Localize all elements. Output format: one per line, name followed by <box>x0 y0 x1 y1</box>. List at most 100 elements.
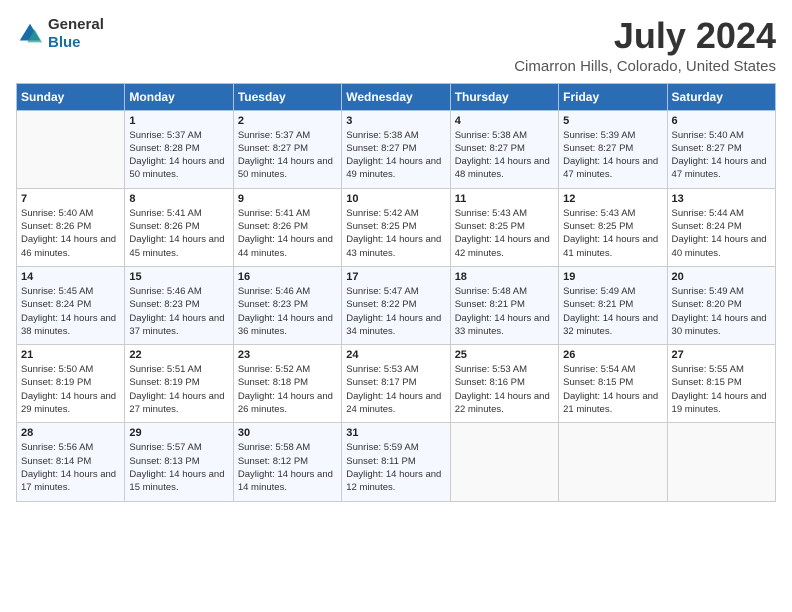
calendar-cell: 4 Sunrise: 5:38 AMSunset: 8:27 PMDaylight… <box>450 110 558 188</box>
day-info: Sunrise: 5:50 AMSunset: 8:19 PMDaylight:… <box>21 363 120 416</box>
day-info: Sunrise: 5:45 AMSunset: 8:24 PMDaylight:… <box>21 285 120 338</box>
day-info: Sunrise: 5:51 AMSunset: 8:19 PMDaylight:… <box>129 363 228 416</box>
calendar-week-2: 7 Sunrise: 5:40 AMSunset: 8:26 PMDaylight… <box>17 188 776 266</box>
day-number: 31 <box>346 427 445 439</box>
day-info: Sunrise: 5:40 AMSunset: 8:26 PMDaylight:… <box>21 207 120 260</box>
month-title: July 2024 <box>514 16 776 56</box>
day-number: 18 <box>455 271 554 283</box>
calendar-table: SundayMondayTuesdayWednesdayThursdayFrid… <box>16 83 776 502</box>
calendar-cell: 22 Sunrise: 5:51 AMSunset: 8:19 PMDayligh… <box>125 345 233 423</box>
weekday-header-sunday: Sunday <box>17 83 125 110</box>
calendar-cell: 23 Sunrise: 5:52 AMSunset: 8:18 PMDayligh… <box>233 345 341 423</box>
day-number: 30 <box>238 427 337 439</box>
weekday-header-saturday: Saturday <box>667 83 775 110</box>
calendar-week-4: 21 Sunrise: 5:50 AMSunset: 8:19 PMDayligh… <box>17 345 776 423</box>
day-info: Sunrise: 5:43 AMSunset: 8:25 PMDaylight:… <box>455 207 554 260</box>
day-number: 25 <box>455 349 554 361</box>
day-info: Sunrise: 5:42 AMSunset: 8:25 PMDaylight:… <box>346 207 445 260</box>
calendar-cell: 21 Sunrise: 5:50 AMSunset: 8:19 PMDayligh… <box>17 345 125 423</box>
day-number: 26 <box>563 349 662 361</box>
day-number: 1 <box>129 115 228 127</box>
day-info: Sunrise: 5:38 AMSunset: 8:27 PMDaylight:… <box>455 129 554 182</box>
day-info: Sunrise: 5:49 AMSunset: 8:21 PMDaylight:… <box>563 285 662 338</box>
day-number: 14 <box>21 271 120 283</box>
calendar-cell: 17 Sunrise: 5:47 AMSunset: 8:22 PMDayligh… <box>342 266 450 344</box>
weekday-header-tuesday: Tuesday <box>233 83 341 110</box>
calendar-cell: 1 Sunrise: 5:37 AMSunset: 8:28 PMDaylight… <box>125 110 233 188</box>
day-number: 2 <box>238 115 337 127</box>
weekday-header-monday: Monday <box>125 83 233 110</box>
calendar-cell: 18Sunrise: 5:48 AMSunset: 8:21 PMDayligh… <box>450 266 558 344</box>
weekday-header-friday: Friday <box>559 83 667 110</box>
day-number: 20 <box>672 271 771 283</box>
calendar-cell: 30 Sunrise: 5:58 AMSunset: 8:12 PMDayligh… <box>233 423 341 501</box>
page-header: General Blue July 2024 Cimarron Hills, C… <box>16 16 776 75</box>
day-number: 4 <box>455 115 554 127</box>
calendar-cell: 12 Sunrise: 5:43 AMSunset: 8:25 PMDayligh… <box>559 188 667 266</box>
calendar-cell <box>667 423 775 501</box>
calendar-cell: 6Sunrise: 5:40 AMSunset: 8:27 PMDaylight… <box>667 110 775 188</box>
calendar-cell <box>17 110 125 188</box>
day-info: Sunrise: 5:49 AMSunset: 8:20 PMDaylight:… <box>672 285 771 338</box>
day-info: Sunrise: 5:39 AMSunset: 8:27 PMDaylight:… <box>563 129 662 182</box>
day-info: Sunrise: 5:56 AMSunset: 8:14 PMDaylight:… <box>21 441 120 494</box>
weekday-header-thursday: Thursday <box>450 83 558 110</box>
calendar-cell <box>450 423 558 501</box>
calendar-cell: 27 Sunrise: 5:55 AMSunset: 8:15 PMDayligh… <box>667 345 775 423</box>
day-number: 22 <box>129 349 228 361</box>
day-info: Sunrise: 5:59 AMSunset: 8:11 PMDaylight:… <box>346 441 445 494</box>
calendar-cell: 28 Sunrise: 5:56 AMSunset: 8:14 PMDayligh… <box>17 423 125 501</box>
calendar-cell: 31 Sunrise: 5:59 AMSunset: 8:11 PMDayligh… <box>342 423 450 501</box>
day-info: Sunrise: 5:57 AMSunset: 8:13 PMDaylight:… <box>129 441 228 494</box>
calendar-cell: 14 Sunrise: 5:45 AMSunset: 8:24 PMDayligh… <box>17 266 125 344</box>
day-info: Sunrise: 5:41 AMSunset: 8:26 PMDaylight:… <box>238 207 337 260</box>
calendar-cell: 8Sunrise: 5:41 AMSunset: 8:26 PMDaylight… <box>125 188 233 266</box>
day-info: Sunrise: 5:58 AMSunset: 8:12 PMDaylight:… <box>238 441 337 494</box>
day-info: Sunrise: 5:52 AMSunset: 8:18 PMDaylight:… <box>238 363 337 416</box>
logo-text: General Blue <box>48 16 104 52</box>
day-number: 23 <box>238 349 337 361</box>
calendar-cell: 24Sunrise: 5:53 AMSunset: 8:17 PMDayligh… <box>342 345 450 423</box>
day-number: 8 <box>129 193 228 205</box>
logo-icon <box>16 20 44 48</box>
calendar-cell: 25 Sunrise: 5:53 AMSunset: 8:16 PMDayligh… <box>450 345 558 423</box>
day-info: Sunrise: 5:55 AMSunset: 8:15 PMDaylight:… <box>672 363 771 416</box>
day-number: 3 <box>346 115 445 127</box>
day-info: Sunrise: 5:54 AMSunset: 8:15 PMDaylight:… <box>563 363 662 416</box>
calendar-cell: 13 Sunrise: 5:44 AMSunset: 8:24 PMDayligh… <box>667 188 775 266</box>
day-info: Sunrise: 5:40 AMSunset: 8:27 PMDaylight:… <box>672 129 771 182</box>
calendar-week-5: 28 Sunrise: 5:56 AMSunset: 8:14 PMDayligh… <box>17 423 776 501</box>
calendar-cell: 19Sunrise: 5:49 AMSunset: 8:21 PMDayligh… <box>559 266 667 344</box>
day-info: Sunrise: 5:46 AMSunset: 8:23 PMDaylight:… <box>129 285 228 338</box>
weekday-header-wednesday: Wednesday <box>342 83 450 110</box>
calendar-cell: 16Sunrise: 5:46 AMSunset: 8:23 PMDayligh… <box>233 266 341 344</box>
calendar-week-1: 1 Sunrise: 5:37 AMSunset: 8:28 PMDaylight… <box>17 110 776 188</box>
day-number: 7 <box>21 193 120 205</box>
calendar-cell: 26 Sunrise: 5:54 AMSunset: 8:15 PMDayligh… <box>559 345 667 423</box>
calendar-cell: 11 Sunrise: 5:43 AMSunset: 8:25 PMDayligh… <box>450 188 558 266</box>
title-block: July 2024 Cimarron Hills, Colorado, Unit… <box>514 16 776 75</box>
calendar-cell: 7 Sunrise: 5:40 AMSunset: 8:26 PMDaylight… <box>17 188 125 266</box>
day-number: 12 <box>563 193 662 205</box>
calendar-body: 1 Sunrise: 5:37 AMSunset: 8:28 PMDaylight… <box>17 110 776 501</box>
day-number: 27 <box>672 349 771 361</box>
day-info: Sunrise: 5:43 AMSunset: 8:25 PMDaylight:… <box>563 207 662 260</box>
day-info: Sunrise: 5:44 AMSunset: 8:24 PMDaylight:… <box>672 207 771 260</box>
day-number: 17 <box>346 271 445 283</box>
day-number: 13 <box>672 193 771 205</box>
day-number: 11 <box>455 193 554 205</box>
day-info: Sunrise: 5:53 AMSunset: 8:16 PMDaylight:… <box>455 363 554 416</box>
day-info: Sunrise: 5:37 AMSunset: 8:27 PMDaylight:… <box>238 129 337 182</box>
location-title: Cimarron Hills, Colorado, United States <box>514 58 776 75</box>
calendar-cell: 29Sunrise: 5:57 AMSunset: 8:13 PMDayligh… <box>125 423 233 501</box>
day-info: Sunrise: 5:47 AMSunset: 8:22 PMDaylight:… <box>346 285 445 338</box>
weekday-header-row: SundayMondayTuesdayWednesdayThursdayFrid… <box>17 83 776 110</box>
day-info: Sunrise: 5:37 AMSunset: 8:28 PMDaylight:… <box>129 129 228 182</box>
calendar-cell: 9 Sunrise: 5:41 AMSunset: 8:26 PMDaylight… <box>233 188 341 266</box>
day-number: 9 <box>238 193 337 205</box>
calendar-cell: 20 Sunrise: 5:49 AMSunset: 8:20 PMDayligh… <box>667 266 775 344</box>
day-number: 21 <box>21 349 120 361</box>
day-number: 15 <box>129 271 228 283</box>
day-number: 28 <box>21 427 120 439</box>
calendar-week-3: 14 Sunrise: 5:45 AMSunset: 8:24 PMDayligh… <box>17 266 776 344</box>
